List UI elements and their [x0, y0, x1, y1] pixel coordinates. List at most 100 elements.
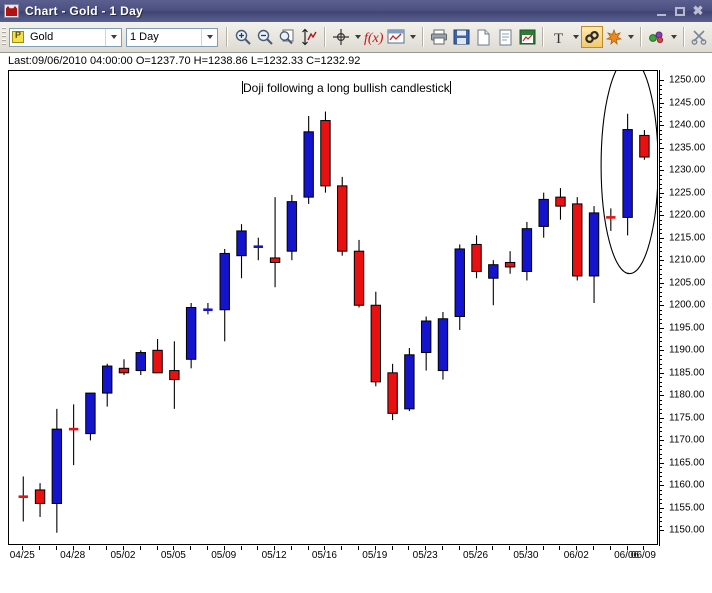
new-document-icon[interactable] [472, 26, 494, 48]
y-axis: 1250.00 1245.00 1240.00 1235.00 1230.00 1225.… [659, 70, 712, 546]
text-tool-icon[interactable]: T [548, 26, 570, 48]
toolbar-grip[interactable] [2, 27, 6, 47]
crosshair-icon[interactable] [330, 26, 352, 48]
annotation-text-label[interactable]: Doji following a long bullish candlestic… [242, 81, 451, 95]
y-axis-tick [659, 372, 664, 374]
y-axis-minor-tick [659, 219, 662, 221]
y-axis-minor-tick [659, 458, 662, 460]
y-axis-minor-tick [659, 251, 662, 253]
y-axis-minor-tick [659, 363, 662, 365]
toolbar-separator [422, 27, 424, 47]
y-axis-minor-tick [659, 489, 662, 491]
link-tool-icon[interactable] [581, 26, 603, 48]
shapes-tool-icon[interactable] [646, 26, 668, 48]
y-axis-minor-tick [659, 120, 662, 122]
y-axis-tick [659, 215, 664, 217]
marker-tool-icon[interactable] [603, 26, 625, 48]
crosshair-dropdown-arrow[interactable] [352, 26, 363, 48]
zoom-region-icon[interactable] [276, 26, 298, 48]
y-axis-tick [659, 507, 664, 509]
y-axis-minor-tick [659, 359, 662, 361]
zoom-in-icon[interactable] [232, 26, 254, 48]
y-axis-minor-tick [659, 431, 662, 433]
y-axis-minor-tick [659, 525, 662, 527]
y-axis-label: 1225.00 [669, 187, 706, 199]
svg-text:f(x): f(x) [364, 31, 384, 46]
x-axis-tick [274, 546, 276, 550]
toolbar-separator [683, 27, 685, 47]
candlestick-plot[interactable] [8, 70, 658, 545]
y-axis-minor-tick [659, 336, 662, 338]
period-combobox[interactable]: 1 Day [126, 27, 218, 47]
window-style-icon[interactable] [385, 26, 407, 48]
save-icon[interactable] [450, 26, 472, 48]
toolbar-separator [542, 27, 544, 47]
x-axis-tick [458, 546, 460, 550]
close-button[interactable]: ✖ [691, 4, 705, 18]
y-axis-minor-tick [659, 422, 662, 424]
chart-plot-area[interactable] [8, 70, 658, 545]
x-axis-label: 05/26 [463, 550, 489, 561]
scissors-tool-icon[interactable] [689, 26, 711, 48]
x-axis-tick [223, 546, 225, 550]
symbol-icon [12, 30, 24, 43]
y-axis-minor-tick [659, 210, 662, 212]
period-dropdown-arrow[interactable] [201, 28, 217, 46]
y-axis-minor-tick [659, 89, 662, 91]
y-axis-label: 1160.00 [669, 479, 705, 491]
y-axis-minor-tick [659, 467, 662, 469]
y-axis-minor-tick [659, 413, 662, 415]
y-axis-minor-tick [659, 206, 662, 208]
y-axis-minor-tick [659, 368, 662, 370]
y-axis-minor-tick [659, 444, 662, 446]
y-axis-tick [659, 102, 664, 104]
x-axis-tick [576, 546, 578, 550]
x-axis-tick [106, 546, 108, 550]
symbol-combobox[interactable]: Gold [9, 27, 122, 47]
svg-text:T: T [554, 31, 563, 45]
y-axis-minor-tick [659, 521, 662, 523]
main-toolbar: Gold 1 Day [0, 22, 712, 53]
x-axis-label: 05/02 [110, 550, 136, 561]
symbol-value: Gold [30, 31, 54, 43]
ellipse-highlight[interactable] [600, 71, 657, 275]
period-value: 1 Day [130, 31, 159, 43]
scale-icon[interactable] [298, 26, 320, 48]
y-axis-label: 1175.00 [669, 412, 705, 424]
y-axis-tick [659, 485, 664, 487]
y-axis-minor-tick [659, 255, 662, 257]
zoom-out-icon[interactable] [254, 26, 276, 48]
function-icon[interactable]: f(x) [363, 26, 385, 48]
marker-tool-dropdown-arrow[interactable] [625, 26, 636, 48]
print-icon[interactable] [428, 26, 450, 48]
y-axis-minor-tick [659, 494, 662, 496]
x-axis-tick [509, 546, 511, 550]
page-icon[interactable] [494, 26, 516, 48]
y-axis-minor-tick [659, 341, 662, 343]
x-axis-tick [89, 546, 91, 550]
y-axis-minor-tick [659, 161, 662, 163]
y-axis-minor-tick [659, 471, 662, 473]
x-axis-tick [341, 546, 343, 550]
minimize-button[interactable] [655, 5, 669, 18]
y-axis-minor-tick [659, 323, 662, 325]
save-chart-icon[interactable] [516, 26, 538, 48]
y-axis-tick [659, 440, 664, 442]
y-axis-minor-tick [659, 183, 662, 185]
y-axis-minor-tick [659, 291, 662, 293]
shapes-tool-dropdown-arrow[interactable] [668, 26, 679, 48]
text-tool-dropdown-arrow[interactable] [570, 26, 581, 48]
annotation-overlay[interactable] [9, 71, 657, 544]
x-axis-tick [122, 546, 124, 550]
x-axis-label: 06/09 [630, 550, 656, 561]
y-axis-minor-tick [659, 165, 662, 167]
window-style-dropdown-arrow[interactable] [407, 26, 418, 48]
y-axis-minor-tick [659, 242, 662, 244]
y-axis-label: 1220.00 [669, 209, 706, 221]
x-axis-label: 05/05 [160, 550, 186, 561]
x-axis-label: 06/02 [563, 550, 589, 561]
maximize-button[interactable] [673, 5, 687, 18]
y-axis-label: 1210.00 [669, 254, 706, 266]
y-axis-minor-tick [659, 426, 662, 428]
symbol-dropdown-arrow[interactable] [105, 28, 121, 46]
